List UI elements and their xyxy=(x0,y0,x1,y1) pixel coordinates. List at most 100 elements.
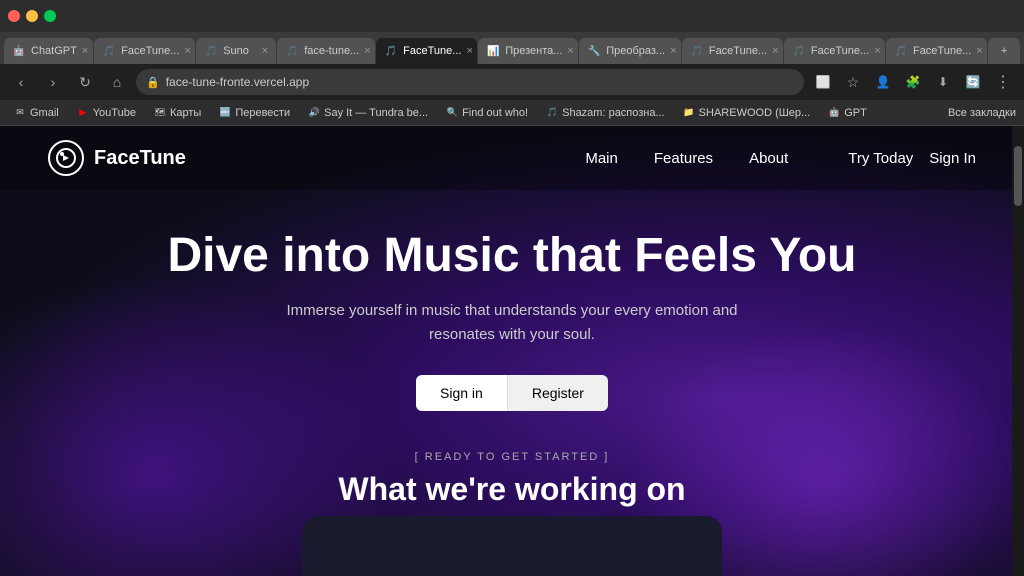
youtube-favicon: ▶ xyxy=(77,107,89,119)
bookmark-gpt[interactable]: 🤖 GPT xyxy=(822,105,873,121)
bookmark-label: SHAREWOOD (Шер... xyxy=(699,107,811,119)
tab-close-icon[interactable]: × xyxy=(772,45,778,57)
tab-close-icon[interactable]: × xyxy=(976,45,982,57)
bookmark-youtube[interactable]: ▶ YouTube xyxy=(71,105,142,121)
tab-label: Преобраз... xyxy=(606,45,665,57)
hero-signin-button[interactable]: Sign in xyxy=(416,375,507,411)
nav-actions: ⬜ ☆ 👤 🧩 ⬇ 🔄 ⋮ xyxy=(810,69,1016,95)
tab-suno[interactable]: 🎵 Suno × xyxy=(196,38,276,64)
reload-button[interactable]: ↻ xyxy=(72,69,98,95)
back-button[interactable]: ‹ xyxy=(8,69,34,95)
bookmark-maps[interactable]: 🗺 Карты xyxy=(148,105,207,121)
lock-icon: 🔒 xyxy=(146,76,160,89)
bookmark-label: Say It — Tundra be... xyxy=(324,107,428,119)
close-button[interactable] xyxy=(8,10,20,22)
bookmark-label: Gmail xyxy=(30,107,59,119)
tab-label: FaceTune... xyxy=(913,45,971,57)
cast-button[interactable]: ⬜ xyxy=(810,69,836,95)
signin-nav-button[interactable]: Sign In xyxy=(929,150,976,167)
nav-link-about[interactable]: About xyxy=(749,150,788,167)
maps-favicon: 🗺 xyxy=(154,107,166,119)
tab-facetune5[interactable]: 🎵 FaceTune... × xyxy=(886,38,987,64)
tab-favicon: 📊 xyxy=(486,44,500,58)
bookmark-gmail[interactable]: ✉ Gmail xyxy=(8,105,65,121)
tab-favicon: 🎵 xyxy=(792,44,806,58)
scrollbar-thumb[interactable] xyxy=(1014,146,1022,206)
tab-chatgpt[interactable]: 🤖 ChatGPT × xyxy=(4,38,93,64)
try-today-button[interactable]: Try Today xyxy=(848,150,913,167)
hero-title: Dive into Music that Feels You xyxy=(167,230,856,283)
all-bookmarks-label[interactable]: Все закладки xyxy=(948,107,1016,119)
maximize-button[interactable] xyxy=(44,10,56,22)
tab-close-icon[interactable]: × xyxy=(184,45,190,57)
tab-prezenta[interactable]: 📊 Презента... × xyxy=(478,38,578,64)
forward-button[interactable]: › xyxy=(40,69,66,95)
tab-label: ChatGPT xyxy=(31,45,77,57)
hero-subtitle: Immerse yourself in music that understan… xyxy=(272,299,752,347)
bookmark-label: GPT xyxy=(844,107,867,119)
tab-preobraz[interactable]: 🔧 Преобраз... × xyxy=(579,38,681,64)
hero-register-button[interactable]: Register xyxy=(507,375,608,411)
nav-link-main[interactable]: Main xyxy=(585,150,618,167)
tab-favicon: 🎵 xyxy=(102,44,116,58)
logo-text: FaceTune xyxy=(94,147,186,170)
tab-close-icon[interactable]: × xyxy=(364,45,370,57)
bookmark-sharewood[interactable]: 📁 SHAREWOOD (Шер... xyxy=(677,105,817,121)
tab-favicon: 🤖 xyxy=(12,44,26,58)
section-working: [ READY TO GET STARTED ] What we're work… xyxy=(0,451,1024,508)
logo-icon xyxy=(48,140,84,176)
tab-close-icon[interactable]: × xyxy=(670,45,676,57)
tab-facetune4[interactable]: 🎵 FaceTune... × xyxy=(784,38,885,64)
bookmark-label: YouTube xyxy=(93,107,136,119)
extensions-button[interactable]: 🧩 xyxy=(900,69,926,95)
tab-label: FaceTune... xyxy=(403,45,461,57)
tab-close-icon[interactable]: × xyxy=(567,45,573,57)
sayit-favicon: 🔊 xyxy=(308,107,320,119)
tab-favicon: 🎵 xyxy=(204,44,218,58)
translate-favicon: 🔤 xyxy=(219,107,231,119)
section-title: What we're working on xyxy=(0,471,1024,508)
sharewood-favicon: 📁 xyxy=(683,107,695,119)
bookmark-translate[interactable]: 🔤 Перевести xyxy=(213,105,296,121)
download-button[interactable]: ⬇ xyxy=(930,69,956,95)
website-content: FaceTune Main Features About Try Today S… xyxy=(0,126,1024,576)
tab-favicon: 🎵 xyxy=(285,44,299,58)
tabs-bar: 🤖 ChatGPT × 🎵 FaceTune... × 🎵 Suno × 🎵 f… xyxy=(0,32,1024,64)
window-controls xyxy=(8,10,56,22)
tab-facetune2[interactable]: 🎵 face-tune... × xyxy=(277,38,375,64)
address-text: face-tune-fronte.vercel.app xyxy=(166,75,309,89)
tab-facetune1[interactable]: 🎵 FaceTune... × xyxy=(94,38,195,64)
menu-button[interactable]: ⋮ xyxy=(990,69,1016,95)
bookmark-label: Shazam: распозна... xyxy=(562,107,665,119)
tab-facetune-active[interactable]: 🎵 FaceTune... × xyxy=(376,38,477,64)
tab-close-icon[interactable]: × xyxy=(874,45,880,57)
tab-facetune3[interactable]: 🎵 FaceTune... × xyxy=(682,38,783,64)
findout-favicon: 🔍 xyxy=(446,107,458,119)
bookmark-button[interactable]: ☆ xyxy=(840,69,866,95)
tab-favicon: 🎵 xyxy=(690,44,704,58)
minimize-button[interactable] xyxy=(26,10,38,22)
bookmark-sayit[interactable]: 🔊 Say It — Tundra be... xyxy=(302,105,434,121)
nav-link-features[interactable]: Features xyxy=(654,150,713,167)
tab-close-icon[interactable]: × xyxy=(262,45,268,57)
profile-button[interactable]: 👤 xyxy=(870,69,896,95)
tab-label: Презента... xyxy=(505,45,562,57)
site-navbar: FaceTune Main Features About Try Today S… xyxy=(0,126,1024,190)
bookmark-label: Карты xyxy=(170,107,201,119)
bookmark-findout[interactable]: 🔍 Find out who! xyxy=(440,105,534,121)
tab-favicon: 🔧 xyxy=(587,44,601,58)
hero-section: Dive into Music that Feels You Immerse y… xyxy=(0,190,1024,411)
sync-button[interactable]: 🔄 xyxy=(960,69,986,95)
bookmark-shazam[interactable]: 🎵 Shazam: распозна... xyxy=(540,105,671,121)
browser-chrome: 🤖 ChatGPT × 🎵 FaceTune... × 🎵 Suno × 🎵 f… xyxy=(0,0,1024,126)
tab-new[interactable]: + xyxy=(988,38,1020,64)
tab-close-icon[interactable]: × xyxy=(82,45,88,57)
tab-favicon: 🎵 xyxy=(894,44,908,58)
home-button[interactable]: ⌂ xyxy=(104,69,130,95)
address-bar[interactable]: 🔒 face-tune-fronte.vercel.app xyxy=(136,69,804,95)
shazam-favicon: 🎵 xyxy=(546,107,558,119)
tab-close-icon[interactable]: × xyxy=(466,45,472,57)
tab-label: Suno xyxy=(223,45,249,57)
scrollbar[interactable] xyxy=(1012,126,1024,576)
card-preview xyxy=(302,516,722,576)
